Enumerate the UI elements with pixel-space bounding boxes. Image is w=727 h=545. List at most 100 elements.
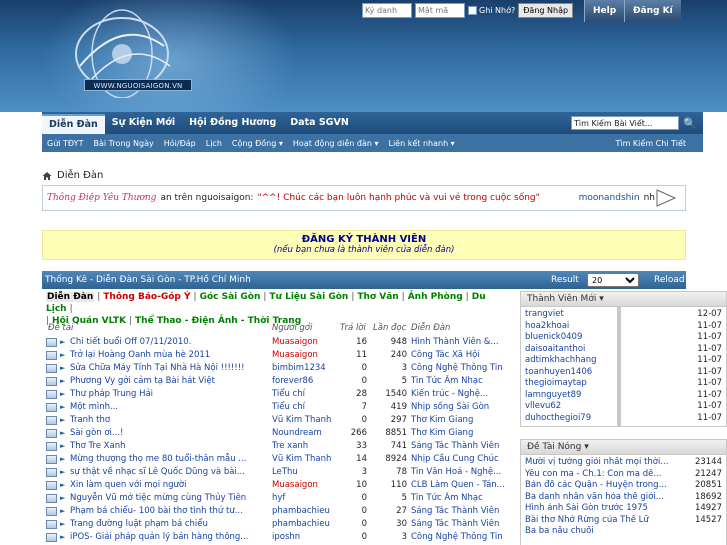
thread-forum[interactable]: Sáng Tác Thành Viên: [411, 518, 509, 531]
subnav-send-tdyt[interactable]: Gửi TĐYT: [42, 139, 88, 148]
thread-title[interactable]: iPOS- Giải pháp quản lý bán hàng thông..…: [70, 531, 266, 544]
tab-forum[interactable]: Diễn Đàn: [42, 114, 105, 134]
thread-forum[interactable]: Sáng Tác Thành Viên: [411, 440, 509, 453]
thread-row[interactable]: ► Nguyễn Vũ mở tiệc mừng cùng Thủy Tiên hy…: [46, 492, 516, 505]
col-views[interactable]: Lần đọc: [373, 323, 406, 333]
thread-title[interactable]: Mừng thượng thọ me 80 tuổi-thân mẫu ...: [70, 453, 266, 466]
thread-title[interactable]: Nguyễn Vũ mở tiệc mừng cùng Thủy Tiên: [70, 492, 266, 505]
thread-poster[interactable]: hyf: [272, 492, 334, 505]
thread-row[interactable]: ► Thư pháp Trung Hải Tiểu chí 28 1540 Kiến tr…: [46, 388, 516, 401]
thread-title[interactable]: Phạm bá chiểu- 100 bài thơ tình thứ tư..…: [70, 505, 266, 518]
thread-title[interactable]: sự thật về nhạc sĩ Lê Quốc Dũng và bài..…: [70, 466, 266, 479]
thread-poster[interactable]: Noundream: [272, 427, 334, 440]
thread-forum[interactable]: Nhịp sống Sài Gòn: [411, 401, 509, 414]
thread-title[interactable]: Thơ Tre Xanh: [70, 440, 266, 453]
filter-saigon-archive[interactable]: Tư Liệu Sài Gòn: [269, 292, 348, 302]
thread-forum[interactable]: Thơ Kim Giang: [411, 414, 509, 427]
thread-row[interactable]: ► Chi tiết buổi Off 07/11/2010. Muasaigon 1…: [46, 336, 516, 349]
subnav-quick-links[interactable]: Liên kết nhanh ▾: [384, 139, 460, 148]
announcement-author[interactable]: moonandshin: [579, 193, 640, 203]
thread-poster[interactable]: Muasaigon: [272, 336, 334, 349]
home-icon[interactable]: [42, 171, 52, 181]
subnav-forum-activity[interactable]: Hoạt động diễn đàn ▾: [288, 139, 384, 148]
member-name[interactable]: adtimkhachhang: [525, 355, 597, 367]
filter-poetry[interactable]: Thơ Văn: [357, 292, 398, 302]
search-icon[interactable]: 🔍: [683, 117, 697, 130]
filter-photo-room[interactable]: Ảnh Phòng: [408, 292, 463, 302]
thread-poster[interactable]: Muasaigon: [272, 479, 334, 492]
member-name[interactable]: bluenick0409: [525, 332, 582, 344]
subnav-todays-posts[interactable]: Bài Trong Ngày: [88, 139, 158, 148]
help-button[interactable]: Help: [584, 0, 625, 22]
thread-forum[interactable]: Công Nghệ Thông Tin: [411, 362, 509, 375]
col-poster[interactable]: Người gởi: [272, 323, 312, 333]
thread-title[interactable]: Sài gòn ơi...!: [70, 427, 266, 440]
thread-row[interactable]: ► Sài gòn ơi...! Noundream 266 8851 Thơ Kim G…: [46, 427, 516, 440]
thread-row[interactable]: ► sự thật về nhạc sĩ Lê Quốc Dũng và bài.…: [46, 466, 516, 479]
subnav-community[interactable]: Cộng Đồng ▾: [227, 139, 288, 148]
register-banner[interactable]: ĐĂNG KÝ THÀNH VIÊN (nếu bạn chưa là thàn…: [42, 230, 686, 260]
thread-forum[interactable]: Nhịp Cầu Cung Chúc: [411, 453, 509, 466]
tab-hometown[interactable]: Hội Đồng Hương: [182, 112, 283, 134]
subnav-calendar[interactable]: Lịch: [201, 139, 227, 148]
remember-checkbox[interactable]: [468, 5, 477, 15]
password-field[interactable]: [415, 2, 465, 18]
register-button[interactable]: Đăng Kí: [624, 0, 681, 22]
member-name[interactable]: lamnguyet89: [525, 390, 581, 402]
hot-topic-title[interactable]: Bài thơ Nhớ Rừng của Thế Lữ: [525, 515, 675, 527]
thread-poster[interactable]: phambachieu: [272, 518, 334, 531]
thread-title[interactable]: Xin làm quen với mọi người: [70, 479, 266, 492]
thread-title[interactable]: Một mình...: [70, 401, 266, 414]
register-title[interactable]: ĐĂNG KÝ THÀNH VIÊN: [43, 234, 685, 245]
thread-forum[interactable]: Tin Tức Âm Nhạc: [411, 375, 509, 388]
thread-forum[interactable]: CLB Làm Quen - Tán...: [411, 479, 509, 492]
col-forum[interactable]: Diễn Đàn: [411, 323, 450, 333]
member-name[interactable]: toanhuyen1406: [525, 367, 592, 379]
thread-title[interactable]: Trở lại Hoàng Oanh mùa hè 2011: [70, 349, 266, 362]
thread-poster[interactable]: Tre xanh: [272, 440, 334, 453]
member-name[interactable]: thegioimaytap: [525, 378, 587, 390]
thread-row[interactable]: ► Trang đường luật phạm bá chiểu phambachi…: [46, 518, 516, 531]
thread-poster[interactable]: Vũ Kim Thanh: [272, 414, 334, 427]
search-input[interactable]: [571, 116, 679, 130]
hot-topic-title[interactable]: Ba danh nhân văn hóa thế giới...: [525, 492, 675, 504]
thread-poster[interactable]: forever86: [272, 375, 334, 388]
thread-poster[interactable]: Tiểu chí: [272, 401, 334, 414]
thread-forum[interactable]: Tin Tức Âm Nhạc: [411, 492, 509, 505]
filter-all-forums[interactable]: Diễn Đàn: [46, 292, 95, 302]
filter-saigon-corner[interactable]: Góc Sài Gòn: [200, 292, 261, 302]
remember-me[interactable]: Ghi Nhớ?: [468, 5, 515, 15]
thread-forum[interactable]: Tin Văn Hoá - Nghệ...: [411, 466, 509, 479]
col-replies[interactable]: Trả lời: [340, 323, 366, 333]
hot-topic-title[interactable]: Yêu con ma - Ch.1: Con ma dễ...: [525, 469, 675, 481]
thread-poster[interactable]: LeThu: [272, 466, 334, 479]
thread-row[interactable]: ► Tranh thơ Vũ Kim Thanh 0 297 Thơ Kim Giang: [46, 414, 516, 427]
new-members-header[interactable]: Thành Viên Mới ▾: [520, 291, 727, 307]
thread-poster[interactable]: iposhn: [272, 531, 334, 544]
thread-poster[interactable]: Muasaigon: [272, 349, 334, 362]
member-name[interactable]: hoa2khoai: [525, 321, 569, 333]
thread-row[interactable]: ► Mừng thượng thọ me 80 tuổi-thân mẫu ...…: [46, 453, 516, 466]
member-name[interactable]: vllevu62: [525, 401, 561, 413]
hot-topic-title[interactable]: Mười vị tướng giỏi nhất mọi thời...: [525, 457, 675, 469]
hot-topic-title[interactable]: Hình ảnh Sài Gòn trước 1975: [525, 503, 675, 515]
thread-row[interactable]: ► Xin làm quen với mọi người Muasaigon 10 11…: [46, 479, 516, 492]
thread-poster[interactable]: Tiểu chí: [272, 388, 334, 401]
tab-data-sgvn[interactable]: Data SGVN: [283, 112, 356, 134]
thread-poster[interactable]: phambachieu: [272, 505, 334, 518]
thread-row[interactable]: ► Trở lại Hoàng Oanh mùa hè 2011 Muasaigon…: [46, 349, 516, 362]
thread-row[interactable]: ► Sửa Chữa Máy Tính Tại Nhà Hà Nội !!!!!!…: [46, 362, 516, 375]
thread-forum[interactable]: Hình Thành Viên &...: [411, 336, 509, 349]
thread-title[interactable]: Chi tiết buổi Off 07/11/2010.: [70, 336, 266, 349]
next-arrow-icon[interactable]: [655, 188, 677, 208]
thread-forum[interactable]: Công Nghệ Thông Tin: [411, 531, 509, 544]
col-title[interactable]: Đề tài: [48, 323, 73, 333]
member-name[interactable]: duhocthegioi79: [525, 413, 591, 425]
thread-title[interactable]: Thư pháp Trung Hải: [70, 388, 266, 401]
thread-forum[interactable]: Kiến trúc - Nghệ...: [411, 388, 509, 401]
username-field[interactable]: [362, 2, 412, 18]
thread-forum[interactable]: Sáng Tác Thành Viên: [411, 505, 509, 518]
result-count-select[interactable]: 20: [587, 273, 639, 287]
member-name[interactable]: trangviet: [525, 309, 564, 321]
hot-topics-header[interactable]: Đề Tài Nóng ▾: [520, 439, 727, 455]
